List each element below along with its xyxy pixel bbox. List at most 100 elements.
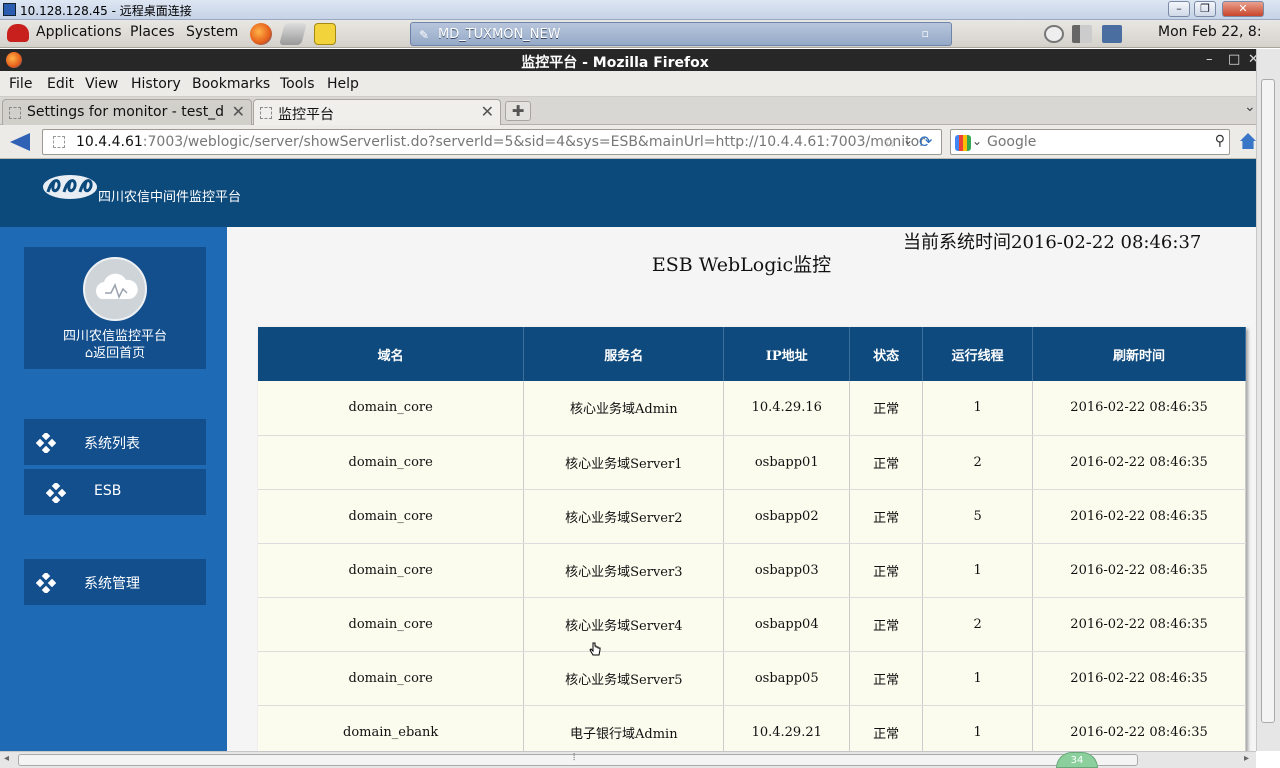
taskbar-window-button[interactable]: ✎ MD_TUXMON_NEW ▫ (410, 22, 952, 46)
tab-monitor-platform[interactable]: 监控平台 ✕ (253, 99, 501, 125)
sidebar: 四川农信监控平台 ⌂返回首页 系统列表 ESB 系统管理 (0, 227, 227, 751)
cell-refresh-time: 2016-02-22 08:46:35 (1032, 435, 1246, 490)
menu-history[interactable]: History (131, 76, 181, 92)
cell-ip: osbapp05 (723, 651, 851, 706)
column-header-domain: 域名 (258, 327, 525, 381)
home-icon: ⌂ (84, 346, 94, 361)
browser-window-title: 监控平台 - Mozilla Firefox (521, 55, 709, 71)
tab-label: Settings for monitor - test_d... (27, 104, 225, 120)
volume-tray-icon[interactable] (1072, 25, 1092, 43)
update-tray-icon[interactable] (1044, 25, 1064, 43)
cell-status: 正常 (849, 435, 924, 490)
tab-list-chevron-icon[interactable]: ⌄ (1244, 99, 1256, 115)
search-go-icon[interactable]: ⚲ (1215, 133, 1225, 149)
rdp-minimize-button[interactable]: – (1168, 1, 1190, 17)
system-menu[interactable]: System (186, 24, 238, 40)
cell-threads: 1 (922, 543, 1034, 598)
history-dropdown-icon[interactable]: ⌄ (903, 133, 913, 147)
navigation-toolbar: 10.4.4.61:7003/weblogic/server/showServe… (0, 125, 1256, 159)
hand-cursor-icon (589, 642, 601, 656)
cell-ip: 10.4.29.21 (723, 705, 851, 751)
diamond-cluster-icon (36, 573, 56, 593)
cell-refresh-time: 2016-02-22 08:46:35 (1032, 381, 1246, 436)
back-home-link[interactable]: ⌂返回首页 (24, 342, 206, 361)
sidebar-item-system-list[interactable]: 系统列表 (24, 419, 206, 465)
sidebar-item-label: 系统列表 (84, 436, 140, 452)
sidebar-item-esb[interactable]: ESB (24, 469, 206, 515)
address-bar[interactable]: 10.4.4.61:7003/weblogic/server/showServe… (42, 129, 942, 155)
cloud-avatar-icon (83, 257, 147, 321)
cell-domain: domain_core (258, 435, 525, 490)
taskbar-restore-icon: ▫ (921, 27, 929, 40)
cell-status: 正常 (849, 651, 924, 706)
cell-threads: 2 (922, 597, 1034, 652)
applications-menu[interactable]: Applications (36, 24, 122, 40)
email-launcher-icon[interactable] (279, 23, 307, 45)
maximize-button[interactable]: □ (1228, 52, 1240, 67)
server-table: 域名 服务名 IP地址 状态 运行线程 刷新时间 domain_core 核心业… (258, 327, 1246, 751)
tab-close-icon[interactable]: ✕ (232, 102, 245, 121)
table-row: domain_core 核心业务域Server2 osbapp02 正常 5 2… (258, 489, 1246, 544)
cell-domain: domain_core (258, 489, 525, 544)
menu-tools[interactable]: Tools (280, 76, 315, 92)
new-tab-button[interactable]: ✚ (505, 101, 531, 121)
notes-launcher-icon[interactable] (314, 23, 336, 45)
column-header-service: 服务名 (523, 327, 725, 381)
page-viewport: 四川农信中间件监控平台 四川农信监控平台 ⌂返回首页 系统列表 ESB 系统管理 (0, 159, 1256, 751)
cell-ip: osbapp04 (723, 597, 851, 652)
menu-bookmarks[interactable]: Bookmarks (192, 76, 270, 92)
page-favicon-icon (9, 107, 21, 119)
cell-ip: osbapp01 (723, 435, 851, 490)
remote-desktop-icon (3, 3, 16, 16)
google-icon[interactable] (955, 135, 971, 151)
menu-file[interactable]: File (9, 76, 32, 92)
menu-edit[interactable]: Edit (47, 76, 74, 92)
sidebar-item-label: ESB (94, 483, 122, 499)
rdp-restore-button[interactable]: ❐ (1194, 1, 1216, 17)
vertical-scrollbar-thumb[interactable] (1261, 79, 1275, 723)
cell-refresh-time: 2016-02-22 08:46:35 (1032, 651, 1246, 706)
firefox-launcher-icon[interactable] (250, 23, 272, 45)
back-home-label: 返回首页 (93, 346, 146, 361)
home-icon[interactable] (1240, 133, 1256, 149)
taskbar-window-label: MD_TUXMON_NEW (438, 27, 561, 42)
site-logo-icon (43, 175, 97, 199)
minimize-button[interactable]: – (1206, 52, 1213, 67)
network-tray-icon[interactable] (1102, 25, 1122, 43)
page-favicon-icon (260, 107, 272, 119)
tab-close-icon[interactable]: ✕ (481, 102, 494, 121)
address-url[interactable]: 10.4.4.61:7003/weblogic/server/showServe… (76, 134, 925, 150)
cell-threads: 1 (922, 651, 1034, 706)
cell-domain: domain_core (258, 597, 525, 652)
url-path: :7003/weblogic/server/showServerlist.do?… (142, 134, 925, 150)
search-engine-dropdown-icon[interactable]: ⌄ (972, 134, 982, 148)
column-header-threads: 运行线程 (922, 327, 1034, 381)
scroll-left-icon[interactable]: ◂ (4, 753, 9, 764)
menu-help[interactable]: Help (327, 76, 359, 92)
cell-status: 正常 (849, 597, 924, 652)
site-identity-icon[interactable] (53, 136, 65, 148)
search-bar[interactable]: ⌄ ⚲ (950, 129, 1230, 155)
tab-strip: Settings for monitor - test_d... ✕ 监控平台 … (0, 97, 1256, 125)
panel-clock[interactable]: Mon Feb 22, 8: (1158, 24, 1262, 40)
floating-counter-badge[interactable]: 34 (1056, 752, 1098, 768)
search-input[interactable] (987, 132, 1207, 152)
tab-settings-monitor[interactable]: Settings for monitor - test_d... ✕ (2, 99, 252, 125)
cell-service: 电子银行域Admin (523, 705, 725, 751)
cell-refresh-time: 2016-02-22 08:46:35 (1032, 597, 1246, 652)
menu-view[interactable]: View (85, 76, 118, 92)
cell-service: 核心业务域Server1 (523, 435, 725, 490)
places-menu[interactable]: Places (130, 24, 175, 40)
back-arrow-icon[interactable] (10, 133, 30, 151)
scroll-right-icon[interactable]: ▸ (1244, 753, 1249, 764)
bookmark-star-icon[interactable]: ☆ (883, 133, 896, 151)
browser-menubar: File Edit View History Bookmarks Tools H… (0, 71, 1256, 97)
cell-threads: 5 (922, 489, 1034, 544)
rdp-close-button[interactable]: ✕ (1222, 1, 1264, 17)
vertical-scrollbar[interactable] (1256, 49, 1280, 751)
cell-ip: osbapp02 (723, 489, 851, 544)
horizontal-scrollbar-thumb[interactable] (18, 754, 1138, 766)
table-row: domain_core 核心业务域Server5 osbapp05 正常 1 2… (258, 651, 1246, 706)
reload-icon[interactable]: ⟳ (919, 132, 932, 151)
sidebar-item-system-admin[interactable]: 系统管理 (24, 559, 206, 605)
